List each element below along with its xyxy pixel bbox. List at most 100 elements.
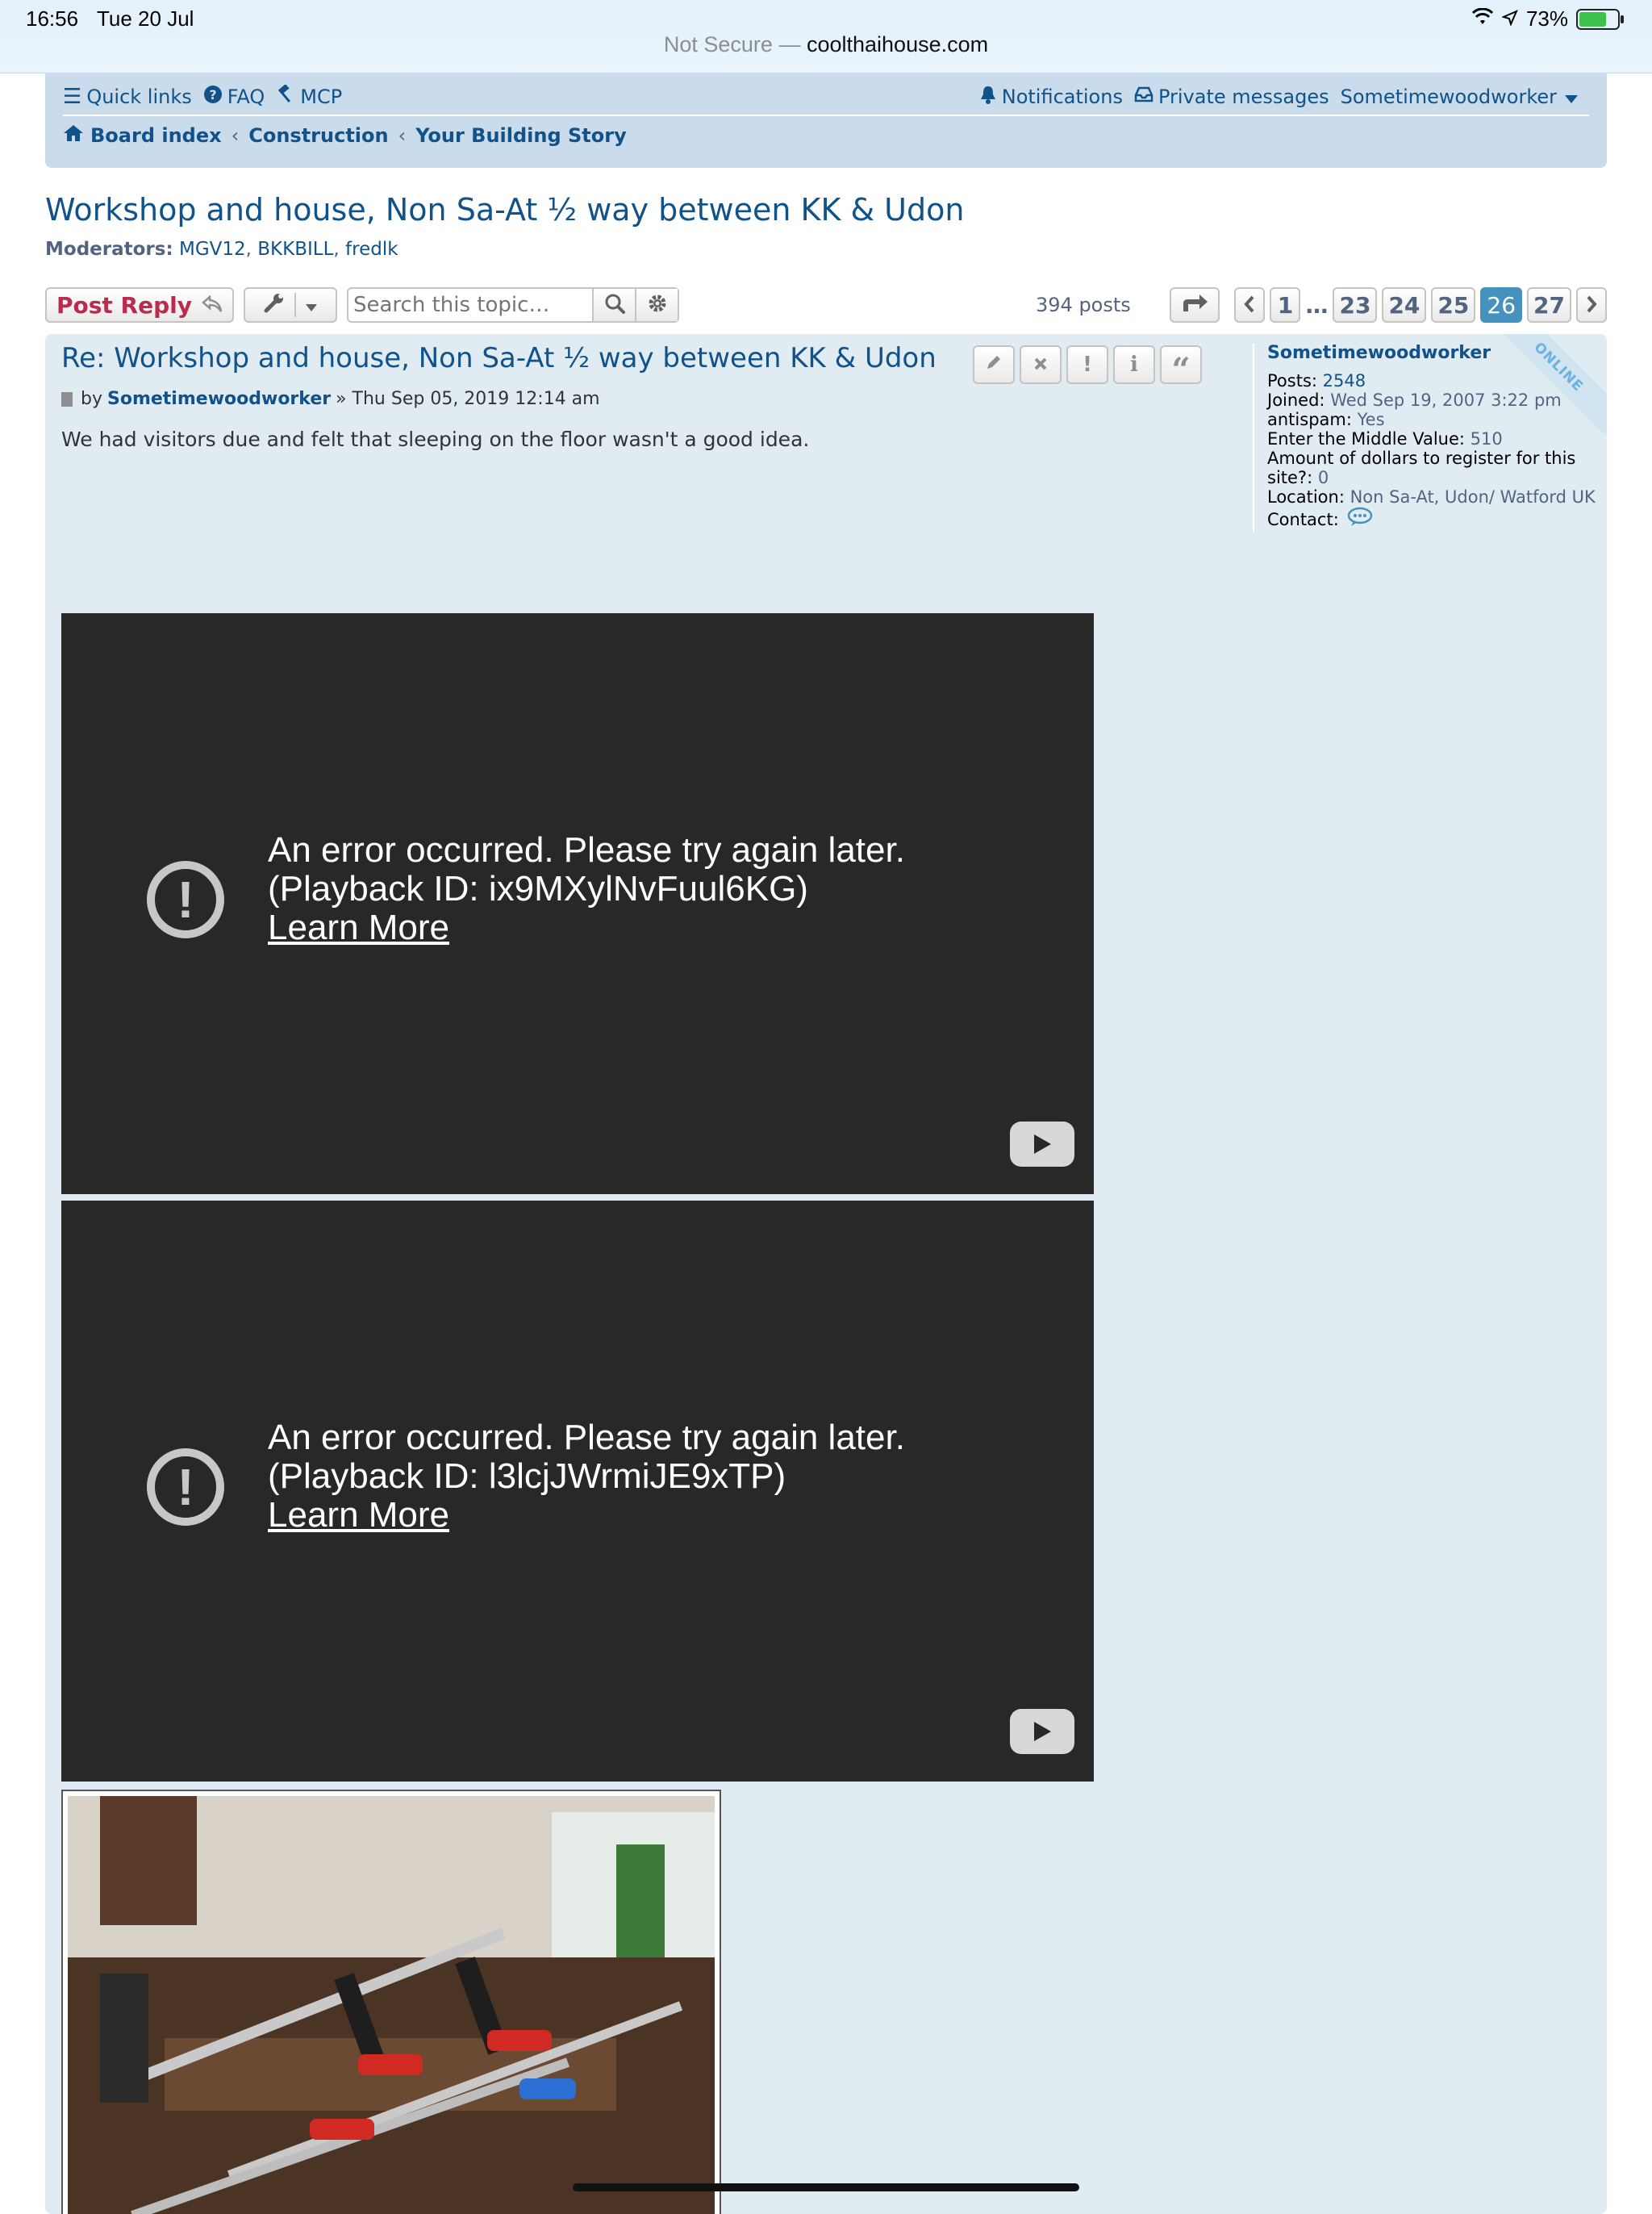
breadcrumb-board-index[interactable]: Board index [90, 124, 222, 147]
moderator-link[interactable]: fredlk [345, 239, 398, 260]
post-file-icon[interactable] [61, 391, 73, 407]
post-image[interactable] [61, 1790, 721, 2214]
profile-posts-value[interactable]: 2548 [1323, 371, 1366, 391]
error-icon: ! [147, 861, 224, 938]
video-playback-id: (Playback ID: l3lcjJWrmiJE9xTP) [268, 1456, 786, 1496]
address-bar[interactable]: Not Secure — coolthaihouse.com [0, 32, 1652, 57]
battery-icon [1576, 8, 1624, 30]
topic-tools-button[interactable] [244, 287, 337, 323]
profile-middle-number: 510 [1470, 429, 1503, 449]
location-arrow-icon [1501, 6, 1518, 31]
next-page-button[interactable] [1576, 287, 1607, 323]
home-icon [63, 124, 84, 147]
edit-button[interactable] [973, 345, 1015, 384]
youtube-logo-icon[interactable] [1010, 1709, 1074, 1754]
user-menu[interactable]: Sometimewoodworker [1341, 86, 1578, 108]
info-icon: i [1130, 353, 1138, 377]
post-content: We had visitors due and felt that sleepi… [61, 428, 810, 451]
profile-joined-label: Joined: [1267, 391, 1325, 410]
svg-text:?: ? [209, 87, 216, 102]
profile-location: Location: Non Sa-At, Udon/ Watford UK [1267, 487, 1607, 507]
prev-page-button[interactable] [1234, 287, 1266, 323]
profile-dollars-value: 0 [1317, 468, 1329, 487]
post-tools: ! i “ [973, 345, 1202, 389]
profile-posts-label: Posts: [1267, 371, 1317, 391]
mcp-label: MCP [300, 86, 343, 108]
profile-joined: Joined: Wed Sep 19, 2007 3:22 pm [1267, 391, 1607, 410]
profile-dollars-label: Amount of dollars to register for this s… [1267, 449, 1576, 487]
caret-down-icon [306, 293, 317, 317]
user-menu-label: Sometimewoodworker [1340, 86, 1557, 108]
breadcrumb-construction[interactable]: Construction [248, 124, 388, 147]
quote-button[interactable]: “ [1160, 345, 1202, 389]
topic-search-input[interactable] [348, 289, 592, 321]
profile-joined-value: Wed Sep 19, 2007 3:22 pm [1330, 391, 1562, 410]
not-secure-label: Not Secure — [663, 32, 801, 56]
chevron-left-icon [1244, 292, 1255, 319]
learn-more-link[interactable]: Learn More [268, 1496, 905, 1535]
youtube-logo-icon[interactable] [1010, 1122, 1074, 1167]
info-button[interactable]: i [1113, 345, 1155, 384]
video-error-message: An error occurred. Please try again late… [268, 1418, 905, 1535]
profile-middle-value: Enter the Middle Value: 510 [1267, 429, 1607, 449]
profile-antispam: antispam: Yes [1267, 410, 1607, 429]
mcp-link[interactable]: MCP [276, 83, 343, 110]
jump-to-page-button[interactable] [1170, 287, 1220, 323]
page-link[interactable]: 27 [1527, 287, 1571, 323]
video-error-line: An error occurred. Please try again late… [268, 830, 905, 870]
private-messages-link[interactable]: Private messages [1134, 85, 1329, 109]
post-author-link[interactable]: Sometimewoodworker [107, 389, 331, 409]
page-link[interactable]: 1 [1270, 287, 1301, 323]
menu-icon: ☰ [63, 85, 82, 109]
reply-arrow-icon [202, 292, 223, 319]
video-embed[interactable]: ! An error occurred. Please try again la… [61, 613, 1094, 1194]
post-title[interactable]: Re: Workshop and house, Non Sa-At ½ way … [61, 342, 937, 374]
breadcrumb-separator: ‹ [231, 124, 240, 147]
profile-location-value: Non Sa-At, Udon/ Watford UK [1350, 487, 1596, 507]
pencil-icon [985, 353, 1003, 377]
nav-right: Notifications Private messages Sometimew… [979, 85, 1589, 110]
topic-title[interactable]: Workshop and house, Non Sa-At ½ way betw… [45, 192, 964, 228]
wrench-icon [264, 292, 285, 319]
profile-antispam-value: Yes [1357, 410, 1385, 429]
breadcrumb: Board index ‹ Construction ‹ Your Buildi… [63, 124, 627, 147]
profile-contact-label: Contact: [1267, 509, 1339, 529]
advanced-search-button[interactable] [635, 289, 678, 321]
home-indicator[interactable] [573, 2183, 1079, 2191]
video-embed[interactable]: ! An error occurred. Please try again la… [61, 1201, 1094, 1782]
status-date: Tue 20 Jul [97, 6, 194, 31]
question-icon: ? [203, 85, 223, 110]
page-link[interactable]: 24 [1382, 287, 1427, 323]
breadcrumb-your-building-story[interactable]: Your Building Story [415, 124, 627, 147]
profile-contact: Contact: [1267, 507, 1607, 532]
faq-label: FAQ [227, 86, 265, 108]
profile-antispam-label: antispam: [1267, 410, 1352, 429]
topic-search-box [347, 287, 679, 323]
post-reply-label: Post Reply [56, 291, 192, 319]
wifi-icon [1471, 6, 1494, 31]
post-reply-button[interactable]: Post Reply [45, 287, 234, 323]
quick-links-menu[interactable]: ☰ Quick links [63, 85, 192, 109]
tools-divider [294, 293, 296, 317]
browser-status-bar: 16:56 Tue 20 Jul 73% Not Secure — coolth… [0, 0, 1652, 73]
moderator-link[interactable]: MGV12 [179, 239, 246, 260]
search-button[interactable] [592, 289, 635, 321]
video-error-message: An error occurred. Please try again late… [268, 831, 905, 947]
exclamation-icon: ! [1083, 353, 1092, 377]
quote-icon: “ [1171, 351, 1191, 389]
learn-more-link[interactable]: Learn More [268, 909, 905, 947]
delete-button[interactable] [1020, 345, 1062, 384]
notifications-link[interactable]: Notifications [979, 85, 1123, 110]
moderator-link[interactable]: BKKBILL [257, 239, 333, 260]
error-icon: ! [147, 1448, 224, 1526]
nav-links: ☰ Quick links ? FAQ MCP Notifications Pr… [63, 79, 1589, 116]
status-time: 16:56 [26, 6, 79, 31]
inbox-icon [1134, 85, 1153, 109]
profile-dollars: Amount of dollars to register for this s… [1267, 449, 1607, 487]
page-link[interactable]: 23 [1333, 287, 1378, 323]
page-link[interactable]: 25 [1431, 287, 1476, 323]
report-button[interactable]: ! [1066, 345, 1108, 384]
video-playback-id: (Playback ID: ix9MXylNvFuul6KG) [268, 869, 808, 909]
chat-bubble-icon[interactable] [1347, 507, 1373, 532]
faq-link[interactable]: ? FAQ [203, 85, 265, 110]
